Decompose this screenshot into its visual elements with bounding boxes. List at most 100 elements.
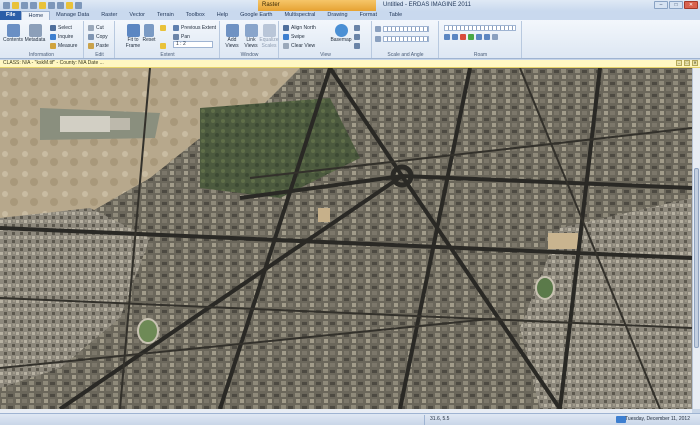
scale-angle-group: Scale and Angle — [373, 21, 439, 58]
tab-format[interactable]: Format — [354, 11, 383, 20]
copy-label: Copy — [96, 33, 108, 40]
tab-drawing[interactable]: Drawing — [321, 11, 353, 20]
step-forward-icon[interactable] — [476, 34, 482, 40]
help-icon[interactable] — [66, 2, 73, 9]
measure-icon[interactable] — [57, 2, 64, 9]
undo-icon[interactable] — [30, 2, 37, 9]
status-separator — [424, 415, 425, 425]
scale-icon-button[interactable] — [375, 25, 381, 32]
tab-toolbox[interactable]: Toolbox — [180, 11, 211, 20]
zoom-question-button[interactable] — [160, 42, 166, 49]
reset-button[interactable]: Reset — [142, 24, 156, 44]
copy-icon — [88, 33, 94, 40]
close-button[interactable]: ✕ — [684, 1, 698, 9]
customize-qat-icon[interactable] — [75, 2, 82, 9]
angle-icon-button[interactable] — [375, 35, 381, 42]
reset-label: Reset — [142, 37, 156, 43]
ruler-icon — [50, 42, 56, 49]
clipboard-icon — [88, 42, 94, 49]
contents-icon — [6, 24, 20, 37]
link-views-icon — [244, 24, 258, 37]
extent-group-label: Extent — [160, 52, 175, 58]
tab-google-earth[interactable]: Google Earth — [234, 11, 278, 20]
zoom-in-button[interactable] — [354, 24, 360, 31]
roam-speed-slider[interactable] — [444, 25, 516, 31]
angle-slider[interactable] — [383, 36, 429, 42]
scale-field[interactable]: 1 : 2 — [173, 41, 213, 48]
tab-raster[interactable]: Raster — [95, 11, 123, 20]
contents-button[interactable]: Contents — [2, 24, 24, 44]
cut-button[interactable]: Cut — [88, 24, 104, 31]
copy-button[interactable]: Copy — [88, 33, 108, 40]
scale-slider[interactable] — [383, 26, 429, 32]
view-group-label: View — [320, 52, 331, 58]
pan-button[interactable]: Pan — [173, 33, 190, 40]
tab-vector[interactable]: Vector — [123, 11, 151, 20]
raster-context-tab[interactable]: Raster — [258, 0, 376, 11]
paste-button[interactable]: Paste — [88, 42, 109, 49]
tab-multispectral[interactable]: Multispectral — [279, 11, 322, 20]
stop-icon[interactable] — [460, 34, 466, 40]
viewer-close-button[interactable]: ✕ — [692, 60, 698, 66]
align-north-button[interactable]: Align North — [283, 24, 316, 31]
viewer-minimize-button[interactable]: – — [676, 60, 682, 66]
cut-label: Cut — [96, 24, 104, 31]
window-controls: – □ ✕ — [654, 1, 698, 9]
inquire-label: Inquire — [58, 33, 74, 40]
tab-home[interactable]: Home — [21, 11, 51, 20]
app-icon[interactable] — [3, 2, 10, 9]
basemap-button[interactable]: Basemap — [330, 24, 352, 44]
cursor-coordinates: 31.6, 5.5 — [430, 416, 450, 422]
pan-label: Pan — [181, 33, 190, 40]
clear-view-button[interactable]: Clear View — [283, 42, 315, 49]
tab-manage-data[interactable]: Manage Data — [50, 11, 95, 20]
save-icon[interactable] — [21, 2, 28, 9]
previous-extent-button[interactable]: Previous Extent — [173, 24, 216, 31]
zoom-out-button[interactable] — [354, 33, 360, 40]
measure-label: Measure — [58, 42, 78, 49]
satellite-image-view[interactable] — [0, 68, 692, 409]
roam-options-icon[interactable] — [492, 34, 498, 40]
tab-table[interactable]: Table — [383, 11, 408, 20]
tab-terrain[interactable]: Terrain — [151, 11, 180, 20]
last-frame-icon[interactable] — [484, 34, 490, 40]
equalize-scales-label: Equalize Scales — [259, 37, 279, 49]
tab-file[interactable]: File — [0, 11, 22, 20]
rotate-button[interactable] — [354, 42, 360, 49]
title-bar: Raster Untitled - ERDAS IMAGINE 2011 – □… — [0, 0, 700, 11]
minimize-button[interactable]: – — [654, 1, 668, 9]
metadata-button[interactable]: Metadata — [24, 24, 46, 44]
viewer-maximize-button[interactable]: □ — [684, 60, 690, 66]
basemap-label: Basemap — [330, 37, 352, 43]
play-icon[interactable] — [468, 34, 474, 40]
erdas-imagine-window: Raster Untitled - ERDAS IMAGINE 2011 – □… — [0, 0, 700, 425]
vertical-scrollbar[interactable] — [692, 68, 700, 409]
roam-group: Roam — [440, 21, 522, 58]
scissors-icon — [88, 24, 94, 31]
viewer-layer-label: CLASS: N/A - "kskM.tif" - County: N/A Da… — [3, 60, 104, 66]
scrollbar-thumb[interactable] — [694, 168, 699, 348]
open-icon[interactable] — [12, 2, 19, 9]
measure-button[interactable]: Measure — [50, 42, 77, 49]
metadata-icon — [28, 24, 42, 37]
maximize-button[interactable]: □ — [669, 1, 683, 9]
information-group: Contents Metadata Select Inquire Measure… — [0, 21, 84, 58]
fit-frame-icon — [126, 24, 140, 37]
viewer-controls: – □ ✕ — [676, 60, 698, 66]
swipe-button[interactable]: Swipe — [283, 33, 305, 40]
quick-access-toolbar — [0, 2, 82, 9]
tab-help[interactable]: Help — [211, 11, 234, 20]
first-frame-icon[interactable] — [444, 34, 450, 40]
select-tool-icon[interactable] — [39, 2, 46, 9]
window-group-label: Window — [240, 52, 259, 58]
ribbon: Contents Metadata Select Inquire Measure… — [0, 20, 700, 59]
select-button[interactable]: Select — [50, 24, 72, 31]
inquire-icon[interactable] — [48, 2, 55, 9]
step-back-icon[interactable] — [452, 34, 458, 40]
zoom-tool-button[interactable] — [160, 24, 166, 31]
status-date: Tuesday, December 11, 2012 — [625, 416, 690, 422]
inquire-button[interactable]: Inquire — [50, 33, 73, 40]
link-views-label: Link Views — [244, 37, 258, 49]
equalize-scales-button[interactable]: Equalize Scales — [258, 24, 280, 49]
rotate-icon — [354, 42, 360, 49]
